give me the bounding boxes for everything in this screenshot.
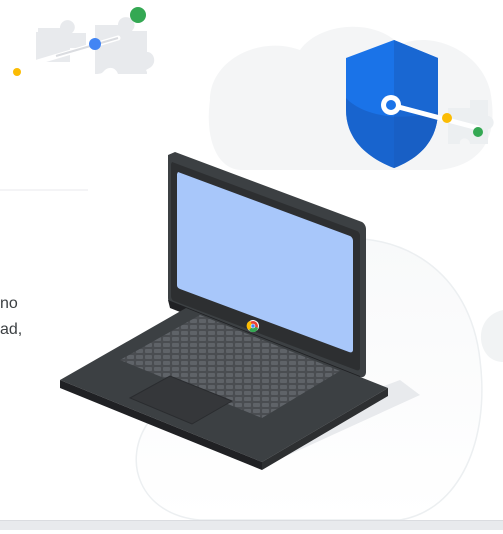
illustration-stage: no ad, (0, 0, 503, 530)
yellow-dot (13, 68, 21, 76)
security-illustration (0, 7, 503, 521)
blue-dot (89, 38, 101, 50)
key-green-dot (473, 127, 483, 137)
key-yellow-dot (442, 113, 452, 123)
edge-circle (480, 310, 503, 362)
green-dot (130, 7, 146, 23)
text-fragment-line-2: ad, (0, 321, 23, 338)
puzzle-piece-icon (21, 17, 155, 74)
laptop-icon (60, 152, 388, 470)
text-fragment-line-1: no (0, 295, 18, 312)
